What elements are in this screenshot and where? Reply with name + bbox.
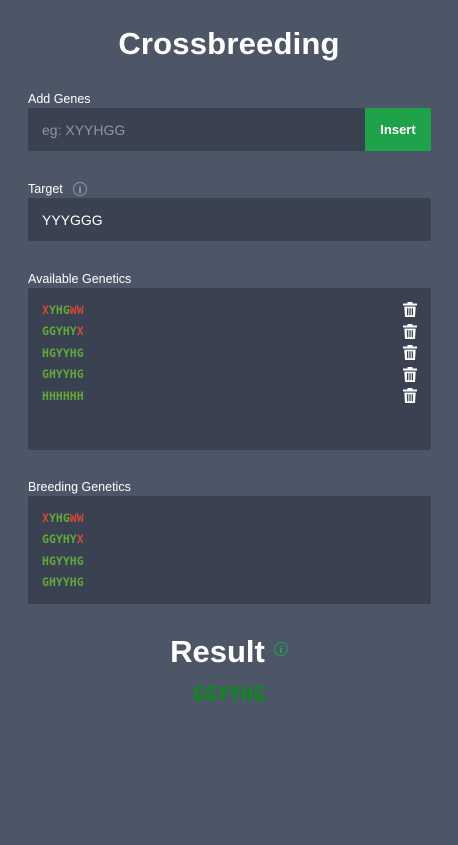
trash-icon[interactable] [403, 345, 417, 361]
gene-code: HGYYHG [42, 345, 84, 360]
trash-icon[interactable] [403, 388, 417, 404]
gene-row: GGYHYX [42, 529, 417, 551]
gene-row: GGYHYX [42, 321, 417, 343]
gene-code: GGYHYX [42, 324, 84, 339]
trash-icon[interactable] [403, 302, 417, 318]
add-genes-input[interactable] [28, 108, 365, 151]
result-heading: Result [0, 634, 458, 670]
target-field[interactable]: YYYGGG [28, 198, 431, 241]
gene-row: GHYYHG [42, 572, 417, 594]
page-title: Crossbreeding [118, 26, 340, 61]
gene-row: HGYYHG [42, 550, 417, 572]
gene-code: XYHGWW [42, 510, 84, 525]
gene-code: XYHGWW [42, 302, 84, 317]
gene-code: HGYYHG [42, 553, 84, 568]
available-genetics-list: XYHGWW GGYHYX HGYYHG GHYYHG HHHHHH [28, 288, 431, 450]
gene-code: GGYHYX [42, 532, 84, 547]
breeding-genetics-list: XYHGWW GGYHYX HGYYHG GHYYHG [28, 496, 431, 604]
gene-code: GHYYHG [42, 575, 84, 590]
result-info-icon[interactable] [273, 642, 288, 656]
gene-row: HHHHHH [42, 385, 417, 407]
insert-button[interactable]: Insert [365, 108, 431, 151]
target-label-row: Target [28, 182, 87, 196]
gene-code: GHYYHG [42, 367, 84, 382]
trash-icon[interactable] [403, 366, 417, 382]
info-icon[interactable] [72, 182, 87, 196]
gene-row: HGYYHG [42, 342, 417, 364]
gene-row: XYHGWW [42, 507, 417, 529]
gene-row: XYHGWW [42, 299, 417, 321]
gene-code: HHHHHH [42, 388, 84, 403]
result-label: Result [170, 634, 265, 669]
trash-icon[interactable] [403, 323, 417, 339]
available-genetics-label: Available Genetics [28, 272, 132, 286]
target-label: Target [28, 182, 63, 196]
add-genes-label: Add Genes [28, 92, 91, 106]
result-value: GGYYHG [192, 682, 266, 706]
gene-row: GHYYHG [42, 364, 417, 386]
breeding-genetics-label: Breeding Genetics [28, 480, 131, 494]
